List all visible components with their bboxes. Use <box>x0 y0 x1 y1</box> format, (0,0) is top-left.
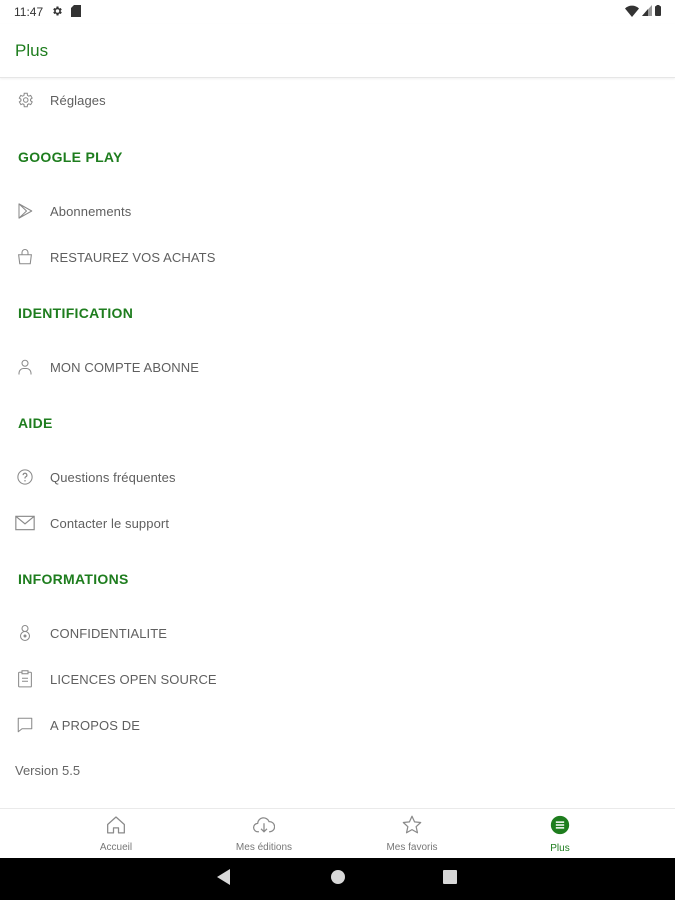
section-heading-google-play: GOOGLE PLAY <box>18 149 123 165</box>
app-bar: Plus <box>0 24 675 78</box>
gear-icon <box>15 90 35 110</box>
menu-item-faq[interactable]: Questions fréquentes <box>0 457 675 497</box>
nav-label: Mes favoris <box>386 842 438 853</box>
signal-icon <box>642 5 652 19</box>
nav-my-favorites[interactable]: Mes favoris <box>352 809 472 859</box>
home-icon <box>106 815 126 839</box>
menu-item-label: A PROPOS DE <box>50 717 140 733</box>
menu-item-restore-purchases[interactable]: RESTAUREZ VOS ACHATS <box>0 237 675 277</box>
home-circle-icon <box>330 869 346 890</box>
speech-bubble-icon <box>15 715 35 735</box>
menu-item-support[interactable]: Contacter le support <box>0 503 675 543</box>
menu-item-licenses[interactable]: LICENCES OPEN SOURCE <box>0 659 675 699</box>
menu-item-label: Abonnements <box>50 203 132 219</box>
question-circle-icon <box>15 467 35 487</box>
play-store-icon <box>15 201 35 221</box>
wifi-icon <box>625 5 639 20</box>
nav-label: Accueil <box>99 842 133 853</box>
system-navigation-bar <box>0 858 675 900</box>
menu-item-settings[interactable]: Réglages <box>0 80 675 120</box>
section-heading-identification: IDENTIFICATION <box>18 305 134 321</box>
menu-item-label: RESTAUREZ VOS ACHATS <box>50 249 216 265</box>
envelope-icon <box>15 513 35 533</box>
menu-item-label: Questions fréquentes <box>50 469 176 485</box>
nav-more[interactable]: Plus <box>500 809 620 859</box>
menu-item-subscriptions[interactable]: Abonnements <box>0 191 675 231</box>
bottom-navigation: Accueil Mes éditions Mes favoris Plus <box>0 808 675 858</box>
menu-item-label: Contacter le support <box>50 515 170 531</box>
privacy-lock-icon <box>15 623 35 643</box>
menu-item-label: Réglages <box>50 92 106 108</box>
nav-home[interactable]: Accueil <box>56 809 176 859</box>
nav-label: Mes éditions <box>235 841 293 853</box>
recents-square-icon <box>443 869 457 889</box>
recents-button[interactable] <box>440 869 460 889</box>
shopping-bag-icon <box>15 247 35 267</box>
section-heading-informations: INFORMATIONS <box>18 571 129 587</box>
menu-circle-icon <box>550 815 570 840</box>
nav-label: Plus <box>550 842 570 854</box>
person-icon <box>15 357 35 377</box>
menu-item-privacy[interactable]: CONFIDENTIALITE <box>0 613 675 653</box>
battery-icon <box>655 5 661 19</box>
back-button[interactable] <box>214 868 234 890</box>
settings-status-icon <box>51 5 63 20</box>
home-button[interactable] <box>328 869 348 889</box>
menu-item-about[interactable]: A PROPOS DE <box>0 705 675 745</box>
star-icon <box>402 815 422 839</box>
section-heading-help: AIDE <box>18 415 53 431</box>
sd-card-icon <box>71 4 82 20</box>
cloud-download-icon <box>253 816 276 839</box>
menu-item-account[interactable]: MON COMPTE ABONNE <box>0 347 675 387</box>
nav-my-editions[interactable]: Mes éditions <box>204 809 324 859</box>
menu-item-label: MON COMPTE ABONNE <box>50 359 200 375</box>
status-bar: 11:47 <box>0 0 675 24</box>
page-title: Plus <box>15 40 49 60</box>
menu-item-label: LICENCES OPEN SOURCE <box>50 671 217 687</box>
clipboard-icon <box>15 669 35 689</box>
status-time: 11:47 <box>14 5 44 19</box>
menu-item-label: CONFIDENTIALITE <box>50 625 168 641</box>
back-triangle-icon <box>217 868 231 890</box>
version-text: Version 5.5 <box>15 763 81 778</box>
